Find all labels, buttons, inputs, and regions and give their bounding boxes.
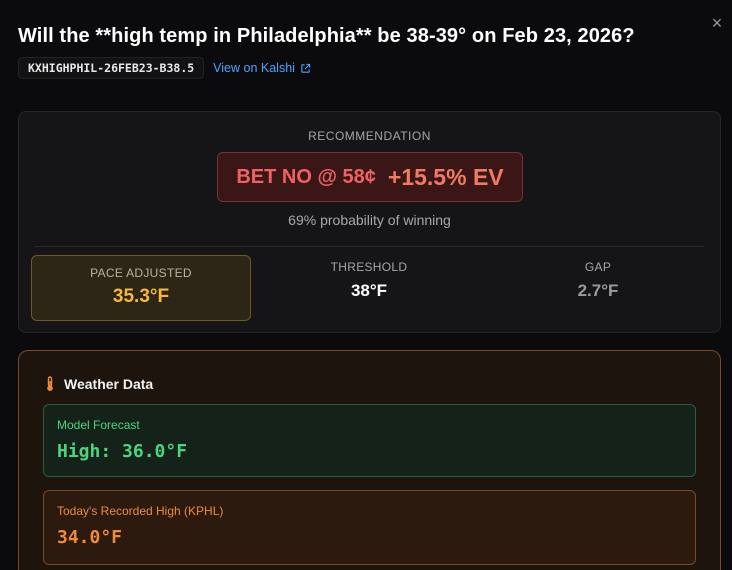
close-button[interactable]: × <box>708 12 726 34</box>
win-probability: 69% probability of winning <box>288 212 451 228</box>
bet-action: BET NO @ 58¢ <box>236 165 376 188</box>
recorded-high-value: 34.0°F <box>57 527 123 548</box>
close-icon[interactable]: × <box>712 13 723 33</box>
pace-adjusted-box: PACE ADJUSTED 35.3°F <box>31 255 251 321</box>
recorded-high-label: Today's Recorded High (KPHL) <box>57 504 224 518</box>
pace-adjusted-label: PACE ADJUSTED <box>90 266 192 280</box>
threshold-value: 38°F <box>350 281 388 300</box>
model-forecast-value: High: 36.0°F <box>57 441 188 462</box>
thermometer-icon <box>47 376 53 391</box>
threshold-stat: THRESHOLD 38°F <box>269 260 469 301</box>
recommendation-badge: BET NO @ 58¢ +15.5% EV <box>217 152 523 202</box>
expected-value: +15.5% EV <box>387 163 504 190</box>
weather-data-card: Weather Data Model Forecast High: 36.0°F… <box>18 350 721 570</box>
gap-stat: GAP 2.7°F <box>498 260 698 301</box>
view-on-kalshi-label[interactable]: View on Kalshi <box>213 61 295 75</box>
recommendation-card: RECOMMENDATION BET NO @ 58¢ +15.5% EV 69… <box>18 111 721 333</box>
model-forecast-box: Model Forecast High: 36.0°F <box>43 404 696 477</box>
view-on-kalshi-link[interactable]: View on Kalshi <box>213 61 311 75</box>
external-link-icon <box>301 63 311 73</box>
model-forecast-label: Model Forecast <box>57 418 140 432</box>
weather-data-header: Weather Data <box>45 376 153 392</box>
recorded-high-box: Today's Recorded High (KPHL) 34.0°F <box>43 490 696 565</box>
divider <box>35 246 704 247</box>
market-title: Will the **high temp in Philadelphia** b… <box>18 25 635 47</box>
gap-label: GAP <box>584 260 612 274</box>
market-meta: KXHIGHPHIL-26FEB23-B38.5 View on Kalshi <box>18 57 311 79</box>
ticker-badge: KXHIGHPHIL-26FEB23-B38.5 <box>18 57 205 79</box>
recommendation-label: RECOMMENDATION <box>308 129 431 143</box>
pace-adjusted-value: 35.3°F <box>112 286 170 307</box>
gap-value: 2.7°F <box>577 281 619 300</box>
weather-data-title: Weather Data <box>64 376 154 392</box>
threshold-label: THRESHOLD <box>330 260 408 274</box>
